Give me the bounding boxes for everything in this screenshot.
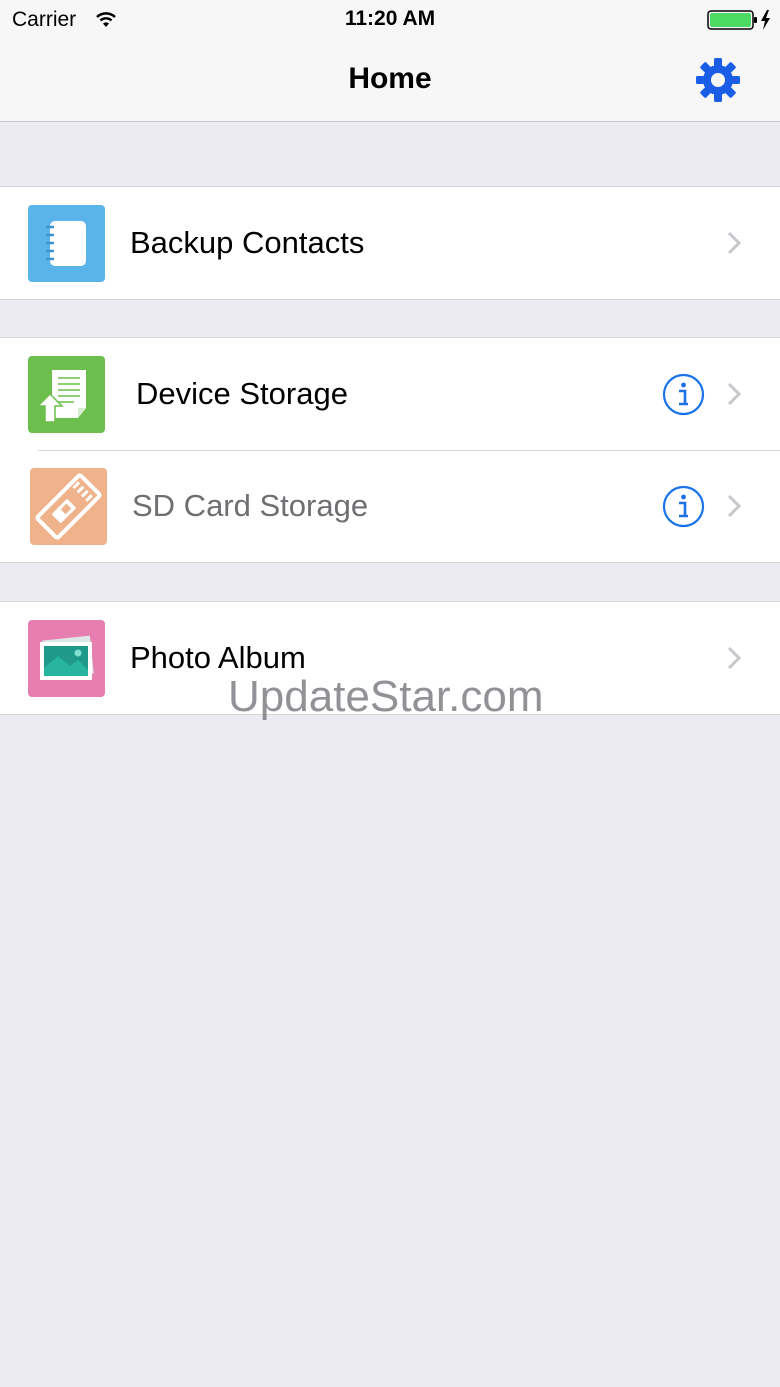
info-button[interactable] [662,485,705,528]
clock: 11:20 AM [344,7,436,30]
chevron-right-icon [727,494,742,518]
navigation-bar: Home [0,40,780,122]
sd-card-storage-row[interactable]: SD Card Storage [0,450,780,562]
backup-contacts-row[interactable]: Backup Contacts [0,187,780,299]
info-icon [662,485,705,528]
chevron-right-icon [727,382,742,406]
contacts-book-icon [28,205,105,282]
backup-group: Backup Contacts [0,186,780,300]
battery-icon [707,10,770,30]
watermark: UpdateStar.com [228,672,544,721]
row-label: Photo Album [130,640,306,675]
device-storage-row[interactable]: Device Storage [0,338,780,450]
info-icon [662,373,705,416]
storage-group: Device Storage SD Card Storage [0,337,780,563]
status-bar: Carrier 11:20 AM [0,0,780,40]
info-button[interactable] [662,373,705,416]
row-label: Backup Contacts [130,225,365,260]
chevron-right-icon [727,231,742,255]
device-storage-icon [28,356,105,433]
page-title: Home [348,62,432,95]
settings-button[interactable] [692,54,744,106]
sd-card-icon [30,468,107,545]
photo-album-icon [28,620,105,697]
gear-icon [696,58,740,102]
row-label: SD Card Storage [132,488,369,523]
chevron-right-icon [727,646,742,670]
row-label: Device Storage [136,376,348,411]
